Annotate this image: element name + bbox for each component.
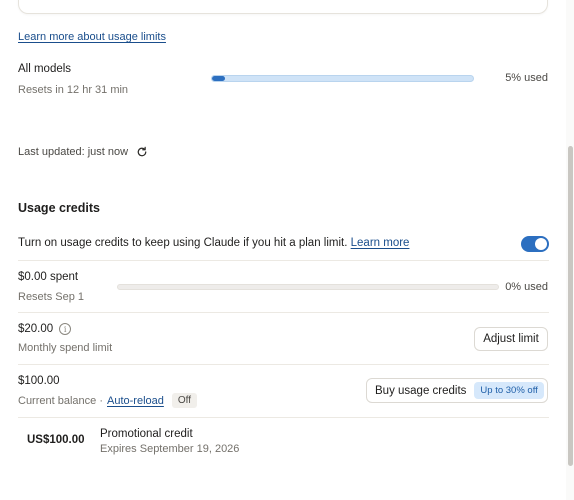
spent-label: $0.00 spent — [18, 271, 79, 283]
balance-sub-text: Current balance · — [18, 394, 103, 407]
last-updated-text: Last updated: just now — [18, 146, 129, 158]
auto-reload-status-badge: Off — [171, 393, 198, 408]
all-models-progress-bar — [211, 75, 474, 82]
info-icon[interactable]: i — [59, 323, 72, 335]
spent-percent-used: 0% used — [505, 281, 548, 293]
usage-credits-title: Usage credits — [18, 201, 100, 215]
usage-credits-toggle-text: Turn on usage credits to keep using Clau… — [18, 237, 348, 249]
usage-credits-learn-more-link[interactable]: Learn more — [351, 237, 410, 249]
spend-limit-amount: $20.00 — [18, 323, 54, 335]
spent-reset-text: Resets Sep 1 — [18, 291, 85, 303]
divider — [18, 417, 549, 418]
divider — [18, 260, 549, 261]
balance-amount: $100.00 — [18, 375, 60, 387]
buy-usage-credits-button[interactable]: Buy usage credits Up to 30% off — [366, 378, 548, 403]
spent-progress-bar — [117, 284, 499, 290]
discount-badge: Up to 30% off — [474, 382, 544, 399]
usage-credits-toggle[interactable] — [521, 236, 549, 252]
divider — [18, 364, 549, 365]
promo-credit-title: Promotional credit — [100, 428, 193, 440]
previous-card: ... ... ... ... ... ... — [18, 0, 548, 14]
divider — [18, 312, 549, 313]
all-models-percent-used: 5% used — [505, 72, 548, 84]
promo-credit-amount: US$100.00 — [27, 434, 85, 446]
scrollbar-thumb[interactable] — [568, 146, 573, 466]
buy-usage-credits-label: Buy usage credits — [375, 384, 467, 397]
promo-credit-expiry: Expires September 19, 2026 — [100, 443, 240, 455]
auto-reload-link[interactable]: Auto-reload — [107, 395, 164, 407]
all-models-label: All models — [18, 63, 72, 75]
all-models-progress-fill — [212, 76, 226, 81]
adjust-limit-button[interactable]: Adjust limit — [474, 327, 548, 351]
toggle-knob — [535, 238, 547, 250]
all-models-reset-text: Resets in 12 hr 31 min — [18, 84, 129, 96]
last-updated-row: Last updated: just now — [18, 146, 148, 158]
spend-limit-sub: Monthly spend limit — [18, 342, 113, 354]
spend-limit-row: $20.00 i — [18, 323, 72, 335]
refresh-icon[interactable] — [136, 146, 148, 158]
usage-credits-toggle-row: Turn on usage credits to keep using Clau… — [18, 237, 409, 249]
learn-more-usage-limits-link[interactable]: Learn more about usage limits — [18, 31, 166, 43]
balance-sub-row: Current balance · Auto-reload Off — [18, 393, 198, 408]
